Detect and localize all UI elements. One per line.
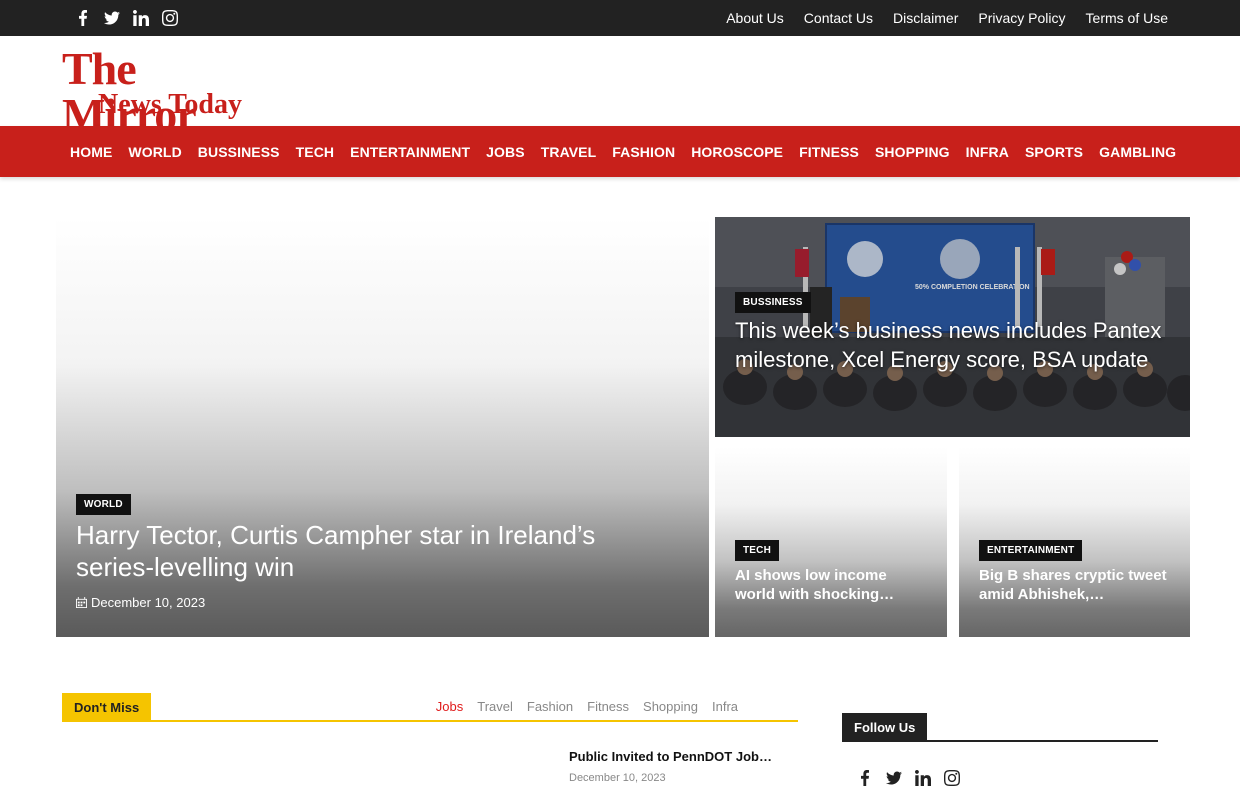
logo-line-2: News Today (98, 89, 242, 120)
tab-jobs[interactable]: Jobs (436, 699, 463, 714)
nav-item-home[interactable]: HOME (70, 144, 112, 160)
article-title[interactable]: Big B shares cryptic tweet amid Abhishek… (979, 566, 1174, 604)
nav-item-world[interactable]: WORLD (128, 144, 181, 160)
twitter-icon[interactable] (879, 768, 908, 788)
hero-main-article[interactable]: WORLD Harry Tector, Curtis Campher star … (56, 217, 709, 637)
category-badge[interactable]: TECH (735, 540, 780, 561)
hero-top-article[interactable]: 50% COMPLETION CELEBRATION BUSSINESS Thi… (715, 217, 1190, 437)
article-title[interactable]: This week’s business news includes Pante… (735, 317, 1175, 374)
hero-small-article[interactable]: TECH AI shows low income world with shoc… (715, 447, 947, 637)
nav-item-horoscope[interactable]: HOROSCOPE (691, 144, 783, 160)
about-us-link[interactable]: About Us (726, 10, 784, 26)
tab-shopping[interactable]: Shopping (643, 699, 698, 714)
article-title[interactable]: Harry Tector, Curtis Campher star in Ire… (76, 519, 676, 583)
article-date-text: December 10, 2023 (91, 595, 206, 610)
tab-fashion[interactable]: Fashion (527, 699, 573, 714)
follow-us-header: Follow Us (842, 713, 1158, 742)
tab-travel[interactable]: Travel (477, 699, 513, 714)
privacy-policy-link[interactable]: Privacy Policy (978, 10, 1065, 26)
nav-item-sports[interactable]: SPORTS (1025, 144, 1083, 160)
nav-item-fitness[interactable]: FITNESS (799, 144, 859, 160)
nav-item-infra[interactable]: INFRA (966, 144, 1009, 160)
category-badge[interactable]: ENTERTAINMENT (979, 540, 1083, 561)
main-nav: HOME WORLD BUSSINESS TECH ENTERTAINMENT … (0, 126, 1240, 177)
dont-miss-tabs: Jobs Travel Fashion Fitness Shopping Inf… (436, 693, 738, 720)
dont-miss-item-date: December 10, 2023 (569, 772, 666, 784)
header-social-links (68, 8, 184, 28)
top-bar: About Us Contact Us Disclaimer Privacy P… (0, 0, 1240, 36)
nav-item-tech[interactable]: TECH (296, 144, 335, 160)
tab-fitness[interactable]: Fitness (587, 699, 629, 714)
linkedin-icon[interactable] (126, 8, 155, 28)
follow-us-social-links (850, 768, 966, 788)
terms-of-use-link[interactable]: Terms of Use (1086, 10, 1168, 26)
category-badge[interactable]: WORLD (76, 494, 131, 515)
linkedin-icon[interactable] (908, 768, 937, 788)
nav-item-gambling[interactable]: GAMBLING (1099, 144, 1176, 160)
nav-item-shopping[interactable]: SHOPPING (875, 144, 950, 160)
hero-small-article[interactable]: ENTERTAINMENT Big B shares cryptic tweet… (959, 447, 1190, 637)
facebook-icon[interactable] (850, 768, 879, 788)
article-date: December 10, 2023 (76, 595, 205, 610)
dont-miss-label: Don't Miss (62, 693, 152, 722)
nav-item-entertainment[interactable]: ENTERTAINMENT (350, 144, 470, 160)
instagram-icon[interactable] (155, 8, 184, 28)
nav-item-fashion[interactable]: FASHION (612, 144, 675, 160)
instagram-icon[interactable] (937, 768, 966, 788)
follow-us-label: Follow Us (842, 713, 928, 741)
nav-item-business[interactable]: BUSSINESS (198, 144, 280, 160)
disclaimer-link[interactable]: Disclaimer (893, 10, 958, 26)
category-badge[interactable]: BUSSINESS (735, 292, 811, 313)
contact-us-link[interactable]: Contact Us (804, 10, 873, 26)
dont-miss-header: Don't Miss Jobs Travel Fashion Fitness S… (62, 693, 798, 722)
twitter-icon[interactable] (97, 8, 126, 28)
tab-infra[interactable]: Infra (712, 699, 738, 714)
top-links: About Us Contact Us Disclaimer Privacy P… (726, 0, 1168, 36)
calendar-icon (76, 597, 87, 608)
nav-item-jobs[interactable]: JOBS (486, 144, 525, 160)
site-logo[interactable]: The Mirror News Today (62, 46, 268, 138)
dont-miss-item-title[interactable]: Public Invited to PennDOT Job… (569, 749, 784, 764)
nav-item-travel[interactable]: TRAVEL (541, 144, 597, 160)
article-title[interactable]: AI shows low income world with shocking… (735, 566, 930, 604)
facebook-icon[interactable] (68, 8, 97, 28)
